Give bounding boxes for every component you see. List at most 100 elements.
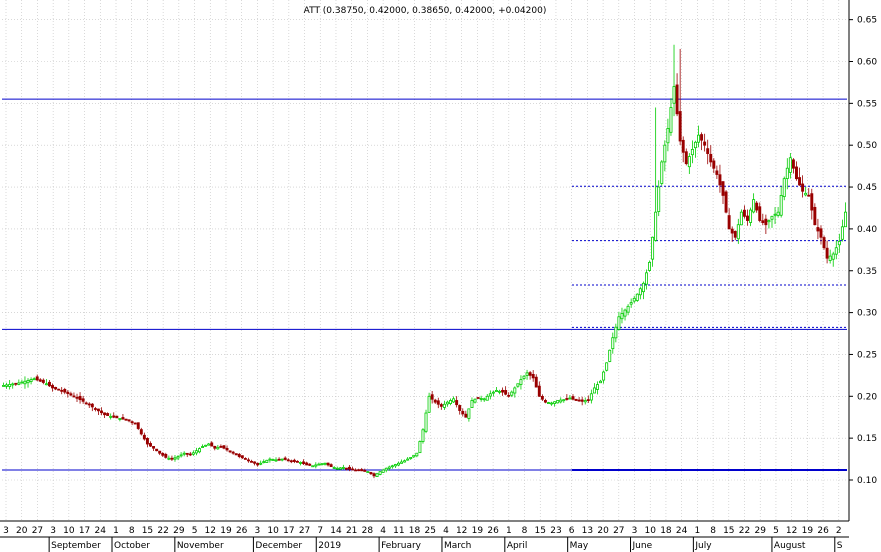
candle-up <box>629 302 633 305</box>
candle-up <box>614 326 618 339</box>
candle-up <box>828 255 832 261</box>
candle-down <box>724 191 728 213</box>
x-tick-label: 23 <box>550 526 561 536</box>
candle-down <box>822 237 826 249</box>
candle-down <box>142 434 146 440</box>
x-tick-label: 3 <box>3 526 9 536</box>
candle-up <box>409 457 413 459</box>
candle-down <box>243 458 247 460</box>
candle-up <box>556 400 560 404</box>
candle-up <box>384 467 388 471</box>
candle-up <box>442 403 446 408</box>
candle-up <box>596 384 599 390</box>
candle-down <box>436 400 440 405</box>
x-tick-label: 18 <box>660 526 672 536</box>
x-tick-label: 10 <box>645 526 657 536</box>
candle-up <box>553 401 557 404</box>
candle-down <box>703 141 707 146</box>
candle-down <box>458 405 462 411</box>
candle-up <box>320 463 324 466</box>
candle-down <box>222 445 226 449</box>
candle-down <box>464 413 468 418</box>
candle-up <box>773 213 777 216</box>
candle-up <box>167 457 171 460</box>
candle-up <box>660 161 664 184</box>
x-month-label: February <box>381 541 422 551</box>
candle-up <box>510 391 514 396</box>
x-month-label: May <box>570 541 589 551</box>
x-month-label: December <box>255 541 302 551</box>
candle-up <box>5 384 9 387</box>
candle-up <box>498 390 501 393</box>
candle-up <box>323 462 327 465</box>
candle-up <box>194 450 198 454</box>
candle-up <box>11 383 15 386</box>
y-tick-label: 0.65 <box>857 16 877 26</box>
candle-down <box>577 399 581 402</box>
x-tick-label: 24 <box>95 526 107 536</box>
candle-down <box>145 437 149 445</box>
candle-down <box>709 153 713 163</box>
x-tick-label: 1 <box>113 526 119 536</box>
candle-down <box>801 183 805 192</box>
candle-down <box>798 177 802 186</box>
candle-down <box>155 448 159 452</box>
y-tick-label: 0.15 <box>857 434 877 444</box>
candle-up <box>779 195 783 216</box>
y-tick-label: 0.35 <box>857 267 877 277</box>
candle-down <box>302 461 306 465</box>
candle-up <box>669 107 673 133</box>
candle-up <box>693 141 697 149</box>
candle-up <box>452 398 456 403</box>
candle-down <box>69 393 73 396</box>
candle-down <box>501 389 505 393</box>
candle-up <box>338 467 342 470</box>
x-month-label: 2019 <box>318 541 341 551</box>
x-tick-label: 6 <box>569 526 575 536</box>
candle-up <box>672 86 676 104</box>
x-tick-label: 19 <box>472 526 484 536</box>
candle-up <box>335 467 339 470</box>
candle-down <box>764 218 768 226</box>
candle-down <box>580 399 584 402</box>
y-tick-label: 0.55 <box>857 99 877 109</box>
x-tick-label: 10 <box>267 526 279 536</box>
candle-up <box>752 199 756 213</box>
candle-up <box>473 398 477 403</box>
chart-title: ATT (0.38750, 0.42000, 0.38650, 0.42000,… <box>304 6 547 16</box>
candle-up <box>332 467 336 469</box>
candle-down <box>51 385 54 389</box>
candle-up <box>663 144 667 163</box>
candle-down <box>240 455 244 459</box>
candle-down <box>75 396 79 399</box>
candle-up <box>562 399 566 402</box>
candle-up <box>547 402 550 404</box>
candle-down <box>103 412 107 416</box>
x-tick-label: 1 <box>506 526 512 536</box>
x-tick-label: 26 <box>817 526 829 536</box>
candle-up <box>387 466 391 469</box>
x-tick-label: 26 <box>487 526 499 536</box>
candle-down <box>112 415 116 418</box>
x-tick-label: 21 <box>346 526 357 536</box>
y-tick-label: 0.10 <box>857 476 877 486</box>
x-tick-label: 2 <box>836 526 842 536</box>
candle-down <box>727 215 731 230</box>
candle-up <box>782 178 786 198</box>
candle-down <box>228 450 232 453</box>
candle-down <box>35 376 39 381</box>
candle-down <box>54 386 58 390</box>
candle-up <box>32 378 36 381</box>
candle-up <box>589 393 593 401</box>
candle-down <box>430 394 434 400</box>
candle-up <box>207 443 211 446</box>
candle-up <box>268 458 272 461</box>
candle-down <box>60 389 64 392</box>
x-tick-label: 5 <box>192 526 198 536</box>
candle-up <box>482 398 486 401</box>
candle-down <box>308 463 312 466</box>
candle-up <box>467 408 471 419</box>
x-month-label: June <box>632 541 653 551</box>
candle-down <box>305 462 309 466</box>
candle-down <box>158 450 162 454</box>
